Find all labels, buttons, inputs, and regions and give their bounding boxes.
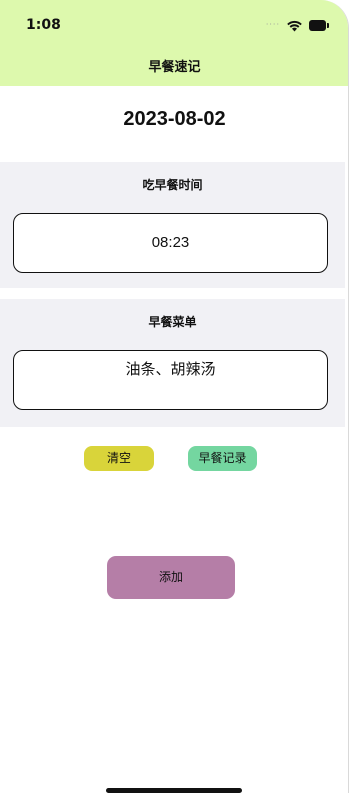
add-button[interactable]: 添加 bbox=[107, 556, 235, 599]
wifi-icon bbox=[287, 20, 302, 31]
battery-icon bbox=[309, 19, 329, 31]
app-screen: 1:08 ···· 早餐速记 2023-08-02 吃早餐时间 08:23 早餐… bbox=[0, 0, 349, 793]
clear-button[interactable]: 清空 bbox=[84, 446, 154, 471]
breakfast-time-label: 吃早餐时间 bbox=[142, 178, 203, 192]
current-date: 2023-08-02 bbox=[123, 108, 226, 130]
status-time: 1:08 bbox=[26, 17, 61, 33]
breakfast-time-section: 吃早餐时间 08:23 bbox=[0, 162, 345, 288]
cellular-signal-icon: ···· bbox=[265, 20, 280, 29]
top-bar: 1:08 ···· 早餐速记 bbox=[0, 0, 348, 86]
status-indicators: ···· bbox=[266, 18, 329, 32]
breakfast-time-field[interactable]: 08:23 bbox=[13, 213, 328, 273]
home-indicator[interactable] bbox=[106, 788, 242, 793]
breakfast-menu-field[interactable]: 油条、胡辣汤 bbox=[13, 350, 328, 410]
breakfast-records-button[interactable]: 早餐记录 bbox=[188, 446, 257, 471]
breakfast-menu-section: 早餐菜单 油条、胡辣汤 bbox=[0, 299, 345, 427]
breakfast-menu-label: 早餐菜单 bbox=[148, 315, 197, 329]
nav-title: 早餐速记 bbox=[148, 60, 201, 75]
